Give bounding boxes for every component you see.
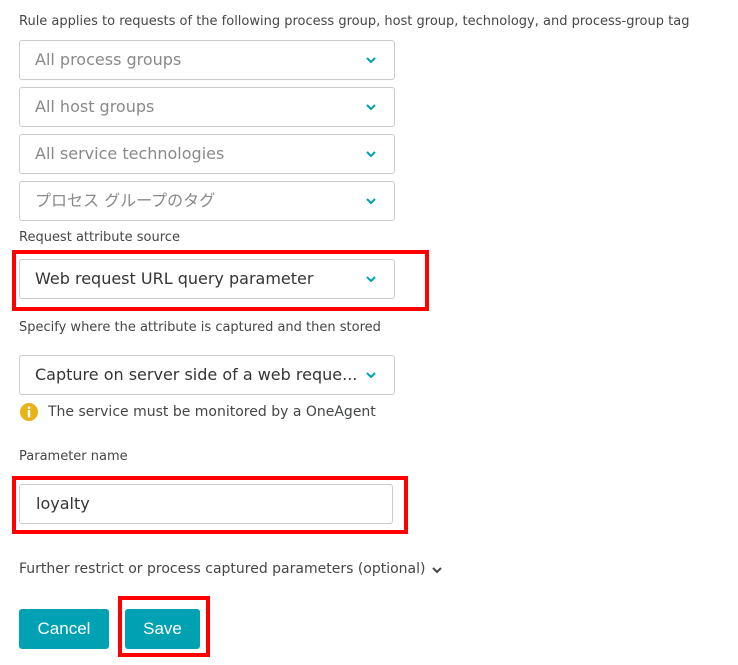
service-technology-select[interactable]: All service technologies [19,134,395,174]
chevron-down-icon [366,151,376,158]
further-restrict-toggle[interactable]: Further restrict or process captured par… [19,561,426,577]
parameter-label: Parameter name [19,449,128,464]
process-group-select-text: All process groups [35,50,182,69]
cancel-button[interactable]: Cancel [19,609,109,649]
source-label: Request attribute source [19,230,180,245]
capture-location-value: Capture on server side of a web reque... [35,365,358,384]
chevron-down-icon [366,104,376,111]
chevron-down-icon [366,198,376,205]
process-group-tag-select[interactable]: プロセス グループのタグ [19,181,395,221]
parameter-highlight-box [12,476,408,534]
chevron-down-icon [366,57,376,64]
host-group-select-text: All host groups [35,97,155,116]
service-technology-select-text: All service technologies [35,144,225,163]
chevron-down-icon [366,372,376,379]
host-group-select[interactable]: All host groups [19,87,395,127]
info-text: The service must be monitored by a OneAg… [48,404,376,420]
process-group-select[interactable]: All process groups [19,40,395,80]
chevron-down-icon[interactable] [430,563,444,577]
rule-description: Rule applies to requests of the followin… [19,14,690,29]
process-group-tag-select-text: プロセス グループのタグ [35,191,216,210]
capture-location-select[interactable]: Capture on server side of a web reque... [19,355,395,395]
info-icon [20,403,38,421]
capture-label: Specify where the attribute is captured … [19,320,381,335]
source-highlight-box [12,250,429,311]
save-highlight-box [118,596,210,657]
